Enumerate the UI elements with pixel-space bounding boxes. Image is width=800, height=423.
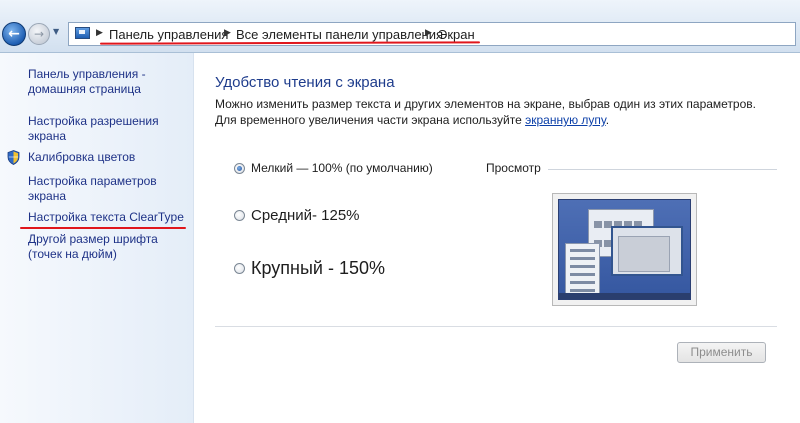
sidebar-link-resolution[interactable]: Настройка разрешения экрана bbox=[28, 114, 188, 144]
option-medium-label[interactable]: Средний- 125% bbox=[251, 207, 360, 224]
preview-screen bbox=[558, 199, 691, 300]
sidebar-link-home[interactable]: Панель управления - домашняя страница bbox=[28, 67, 188, 97]
description-end: . bbox=[605, 113, 610, 127]
breadcrumb-chevron-icon[interactable]: ▶ bbox=[425, 27, 432, 38]
radio-small[interactable] bbox=[234, 162, 245, 174]
forward-arrow-icon[interactable]: → bbox=[28, 23, 50, 45]
breadcrumb-chevron-icon[interactable]: ▶ bbox=[224, 27, 231, 38]
preview-taskbar bbox=[559, 293, 690, 299]
address-bar: ← → ▼ ▶ Панель управления ▶ Все элементы… bbox=[0, 0, 800, 53]
preview-image bbox=[552, 193, 697, 306]
sidebar-link-cleartype[interactable]: Настройка текста ClearType bbox=[28, 210, 188, 225]
option-small-label[interactable]: Мелкий — 100% (по умолчанию) bbox=[251, 161, 433, 175]
recent-pages-chevron-icon[interactable]: ▼ bbox=[53, 27, 59, 36]
option-large-label[interactable]: Крупный - 150% bbox=[251, 258, 385, 279]
page-title: Удобство чтения с экрана bbox=[215, 74, 395, 91]
breadcrumb-chevron-icon[interactable]: ▶ bbox=[96, 27, 103, 38]
breadcrumb-item-display[interactable]: Экран bbox=[438, 27, 475, 42]
description: Можно изменить размер текста и других эл… bbox=[215, 96, 775, 128]
main-panel: Удобство чтения с экрана Можно изменить … bbox=[194, 53, 800, 423]
sidebar-link-color-calibration[interactable]: Калибровка цветов bbox=[28, 150, 188, 165]
back-arrow-icon[interactable]: ← bbox=[2, 22, 26, 46]
option-small[interactable]: Мелкий — 100% (по умолчанию) bbox=[234, 161, 433, 175]
radio-large[interactable] bbox=[234, 263, 245, 274]
description-text: Можно изменить размер текста и других эл… bbox=[215, 97, 756, 127]
breadcrumb-item-all-items[interactable]: Все элементы панели управления bbox=[236, 27, 443, 42]
breadcrumb-item-control-panel[interactable]: Панель управления bbox=[109, 27, 228, 42]
option-medium[interactable]: Средний- 125% bbox=[234, 207, 360, 224]
sidebar-link-dpi[interactable]: Другой размер шрифта (точек на дюйм) bbox=[28, 232, 188, 262]
red-annotation-underline bbox=[20, 227, 186, 229]
shield-icon bbox=[7, 150, 20, 165]
bottom-divider bbox=[215, 326, 777, 327]
sidebar-link-display-settings[interactable]: Настройка параметров экрана bbox=[28, 174, 188, 204]
preview-label: Просмотр bbox=[486, 161, 541, 175]
preview-window-front bbox=[611, 226, 683, 276]
preview-divider bbox=[548, 169, 777, 170]
option-large[interactable]: Крупный - 150% bbox=[234, 258, 385, 279]
control-panel-icon bbox=[75, 27, 90, 39]
preview-window-list bbox=[565, 243, 600, 297]
magnifier-link[interactable]: экранную лупу bbox=[525, 113, 606, 127]
sidebar: Панель управления - домашняя страница На… bbox=[0, 53, 194, 423]
apply-button[interactable]: Применить bbox=[677, 342, 766, 363]
radio-medium[interactable] bbox=[234, 210, 245, 221]
